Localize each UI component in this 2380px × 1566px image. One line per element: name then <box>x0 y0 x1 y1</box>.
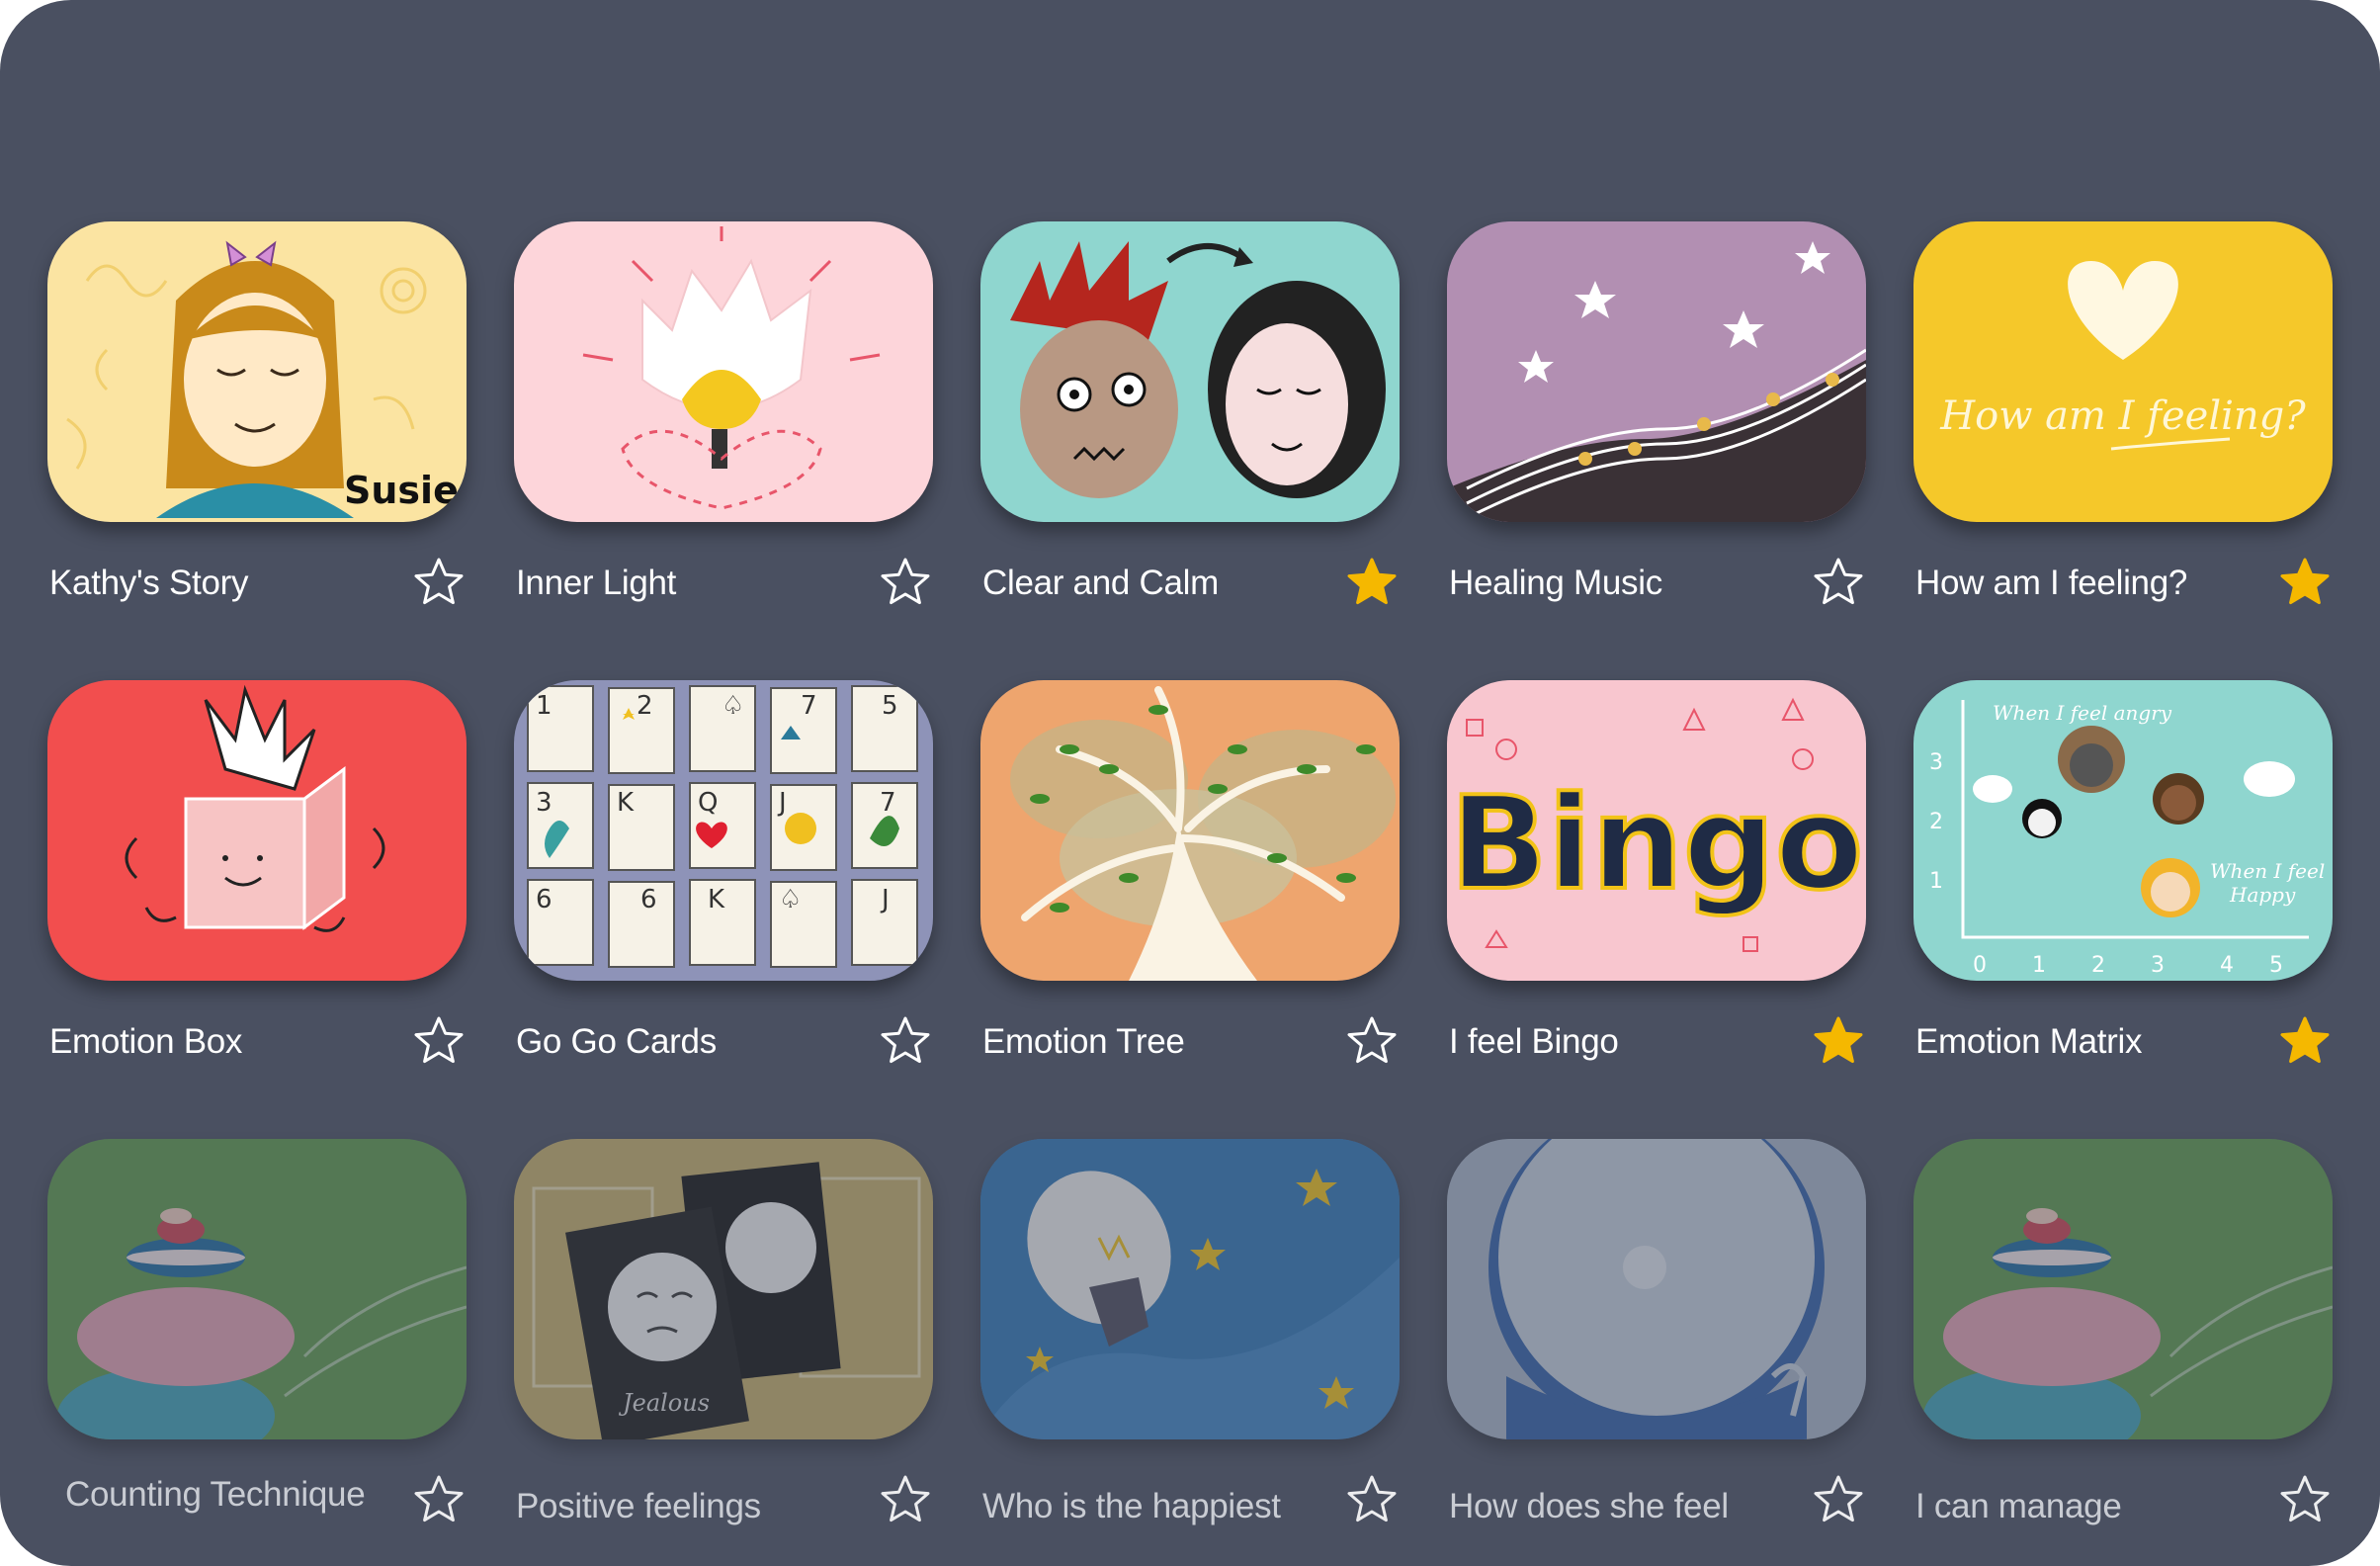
svg-text:K: K <box>617 788 635 818</box>
svg-text:J: J <box>880 885 890 914</box>
favorite-star-outline-icon[interactable] <box>878 1473 933 1528</box>
svg-text:5: 5 <box>882 691 898 721</box>
favorite-star-outline-icon[interactable] <box>1811 1473 1866 1528</box>
activity-title: Healing Music <box>1449 564 1662 602</box>
activity-title: Inner Light <box>516 564 677 602</box>
favorite-star-outline-icon[interactable] <box>878 556 933 611</box>
activity-card-emotion-box[interactable]: Emotion Box <box>47 680 467 1091</box>
activity-card-how-am-i-feeling[interactable]: How am I feeling? How am I feeling? <box>1913 221 2333 633</box>
svg-text:2: 2 <box>637 691 653 721</box>
svg-text:Happy: Happy <box>2229 883 2296 907</box>
mirror-illustration[interactable] <box>1447 1139 1866 1439</box>
favorite-star-outline-icon[interactable] <box>878 1014 933 1070</box>
emotion-matrix-chart-illustration[interactable]: 0 1 2 3 4 5 3 2 1 When I feel angry When I feel… <box>1913 680 2333 981</box>
svg-text:1: 1 <box>2032 953 2046 978</box>
svg-text:1: 1 <box>1929 869 1943 894</box>
activity-title: I can manage <box>1915 1487 2122 1525</box>
card-grid-illustration[interactable]: 1 2 ♤ 7 5 3 K Q J 7 6 6 K ♤ J <box>514 680 933 981</box>
activity-card-inner-light[interactable]: Inner Light <box>514 221 933 633</box>
svg-text:♤: ♤ <box>779 885 802 914</box>
activity-title: Emotion Tree <box>982 1022 1185 1061</box>
activity-title: Emotion Box <box>49 1022 243 1061</box>
activity-card-go-go-cards[interactable]: 1 2 ♤ 7 5 3 K Q J 7 6 6 K ♤ J Go Go Cards <box>514 680 933 1091</box>
activity-card-positive-feelings[interactable]: Jealous Positive feelings <box>514 1139 933 1550</box>
svg-text:4: 4 <box>2220 953 2234 978</box>
activity-card-kathys-story[interactable]: Susie Kathy's Story <box>47 221 467 633</box>
svg-text:When I feel: When I feel <box>2210 859 2325 883</box>
favorite-star-filled-icon[interactable] <box>2277 1014 2333 1070</box>
activity-card-healing-music[interactable]: Healing Music <box>1447 221 1866 633</box>
favorite-star-outline-icon[interactable] <box>2277 1473 2333 1528</box>
favorite-star-outline-icon[interactable] <box>411 1473 467 1528</box>
bingo-illustration[interactable]: Bingo <box>1447 680 1866 981</box>
svg-text:♤: ♤ <box>722 691 744 721</box>
jealous-label: Jealous <box>618 1389 710 1417</box>
activity-grid: Susie Kathy's Story Inner Light Clear an… <box>47 221 2333 1550</box>
activity-title: How am I feeling? <box>1915 564 2188 602</box>
svg-text:3: 3 <box>536 788 552 818</box>
activity-title: Positive feelings <box>516 1487 761 1525</box>
susie-label: Susie <box>344 469 459 512</box>
svg-text:2: 2 <box>2091 953 2105 978</box>
favorite-star-outline-icon[interactable] <box>411 556 467 611</box>
activity-title: I feel Bingo <box>1449 1022 1619 1061</box>
favorite-star-filled-icon[interactable] <box>2277 556 2333 611</box>
svg-text:When I feel angry: When I feel angry <box>1993 701 2172 725</box>
activity-card-emotion-tree[interactable]: Emotion Tree <box>980 680 1400 1091</box>
svg-text:6: 6 <box>536 885 552 914</box>
stacked-stones-illustration[interactable] <box>47 1139 467 1439</box>
activity-title: Emotion Matrix <box>1915 1022 2143 1061</box>
image-handwriting-label: How am I feeling? <box>1939 393 2306 439</box>
emotion-box-illustration[interactable] <box>47 680 467 981</box>
svg-text:J: J <box>777 788 787 818</box>
activity-card-counting-technique[interactable]: Counting Technique <box>47 1139 467 1550</box>
svg-text:0: 0 <box>1973 953 1987 978</box>
svg-text:3: 3 <box>2151 953 2165 978</box>
svg-text:2: 2 <box>1929 810 1943 834</box>
emotion-cards-illustration[interactable]: Jealous <box>514 1139 933 1439</box>
activity-title: How does she feel <box>1449 1487 1729 1525</box>
activity-title: Clear and Calm <box>982 564 1219 602</box>
lightbulb-illustration[interactable] <box>980 1139 1400 1439</box>
stacked-stones-illustration[interactable] <box>1913 1139 2333 1439</box>
activity-title: Counting Technique <box>65 1475 366 1514</box>
svg-text:5: 5 <box>2269 953 2283 978</box>
favorite-star-filled-icon[interactable] <box>1811 1014 1866 1070</box>
image-bingo-label: Bingo <box>1450 768 1864 918</box>
svg-text:3: 3 <box>1929 750 1943 775</box>
activity-card-emotion-matrix[interactable]: 0 1 2 3 4 5 3 2 1 When I feel angry When I feel… <box>1913 680 2333 1091</box>
activity-card-clear-and-calm[interactable]: Clear and Calm <box>980 221 1400 633</box>
tree-illustration[interactable] <box>980 680 1400 981</box>
activity-title: Who is the happiest <box>982 1487 1281 1525</box>
svg-text:6: 6 <box>640 885 657 914</box>
activity-title: Go Go Cards <box>516 1022 717 1061</box>
angry-to-calm-faces-illustration[interactable] <box>980 221 1400 522</box>
svg-text:K: K <box>708 885 725 914</box>
glowing-flower-illustration[interactable] <box>514 221 933 522</box>
heart-illustration[interactable]: How am I feeling? <box>1913 221 2333 522</box>
favorite-star-filled-icon[interactable] <box>1344 556 1400 611</box>
activity-library-panel: Susie Kathy's Story Inner Light Clear an… <box>0 0 2380 1566</box>
favorite-star-outline-icon[interactable] <box>1811 556 1866 611</box>
activity-card-who-is-the-happiest[interactable]: Who is the happiest <box>980 1139 1400 1550</box>
girl-portrait-illustration[interactable]: Susie <box>47 221 467 522</box>
activity-card-how-does-she-feel[interactable]: How does she feel <box>1447 1139 1866 1550</box>
svg-text:7: 7 <box>880 788 896 818</box>
favorite-star-outline-icon[interactable] <box>411 1014 467 1070</box>
activity-card-i-feel-bingo[interactable]: Bingo I feel Bingo <box>1447 680 1866 1091</box>
svg-text:7: 7 <box>801 691 817 721</box>
favorite-star-outline-icon[interactable] <box>1344 1473 1400 1528</box>
activity-card-i-can-manage[interactable]: I can manage <box>1913 1139 2333 1550</box>
svg-text:1: 1 <box>536 691 552 721</box>
svg-text:Q: Q <box>698 788 718 818</box>
activity-title: Kathy's Story <box>49 564 249 602</box>
moon-stars-music-illustration[interactable] <box>1447 221 1866 522</box>
favorite-star-outline-icon[interactable] <box>1344 1014 1400 1070</box>
